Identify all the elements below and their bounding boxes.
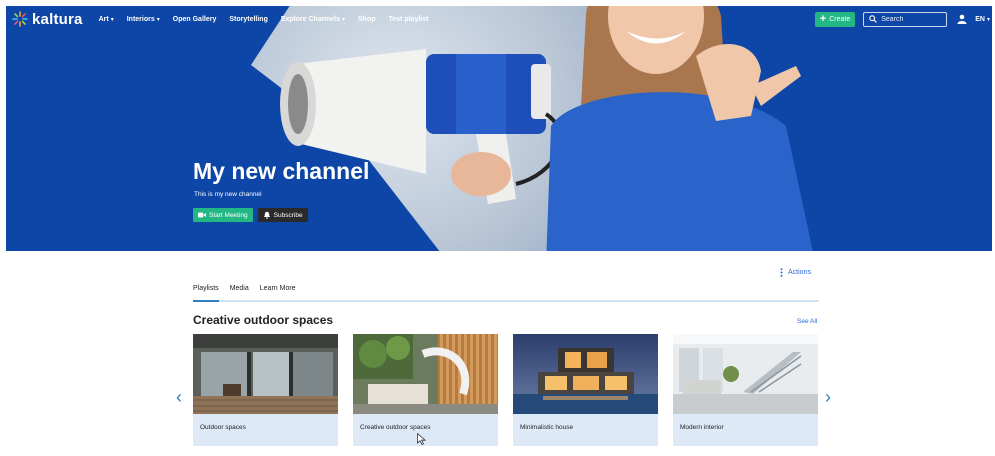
menu-item-explore-channels[interactable]: Explore Channels ▾ xyxy=(281,16,345,23)
actions-label: Actions xyxy=(788,269,811,276)
channel-title: My new channel xyxy=(193,158,370,184)
media-card[interactable]: Outdoor spaces xyxy=(193,334,338,446)
language-selector[interactable]: EN ▾ xyxy=(975,16,990,23)
megaphone-image xyxy=(280,49,563,204)
menu-item-label: Shop xyxy=(358,15,376,23)
menu-item-interiors[interactable]: Interiors ▾ xyxy=(127,16,160,23)
card-title: Modern interior xyxy=(680,424,724,431)
channel-hero-banner: kaltura Art ▾ Interiors ▾ Open Gallery Sto… xyxy=(6,6,992,251)
channel-tabs: Playlists Media Learn More xyxy=(193,282,819,302)
app-window: kaltura Art ▾ Interiors ▾ Open Gallery Sto… xyxy=(6,6,992,456)
menu-item-art[interactable]: Art ▾ xyxy=(99,16,114,23)
subscribe-label: Subscribe xyxy=(273,211,303,219)
card-title: Outdoor spaces xyxy=(200,424,246,431)
chevron-down-icon: ▾ xyxy=(110,16,114,23)
menu-item-test-playlist[interactable]: Test playlist xyxy=(389,16,429,23)
search-input[interactable] xyxy=(881,15,944,23)
outdoor-spaces-thumbnail xyxy=(193,334,338,414)
actions-menu[interactable]: Actions xyxy=(780,268,811,277)
chevron-down-icon: ▾ xyxy=(342,16,346,23)
menu-item-label: Storytelling xyxy=(229,15,268,23)
kaltura-star-icon xyxy=(12,11,28,27)
menu-item-shop[interactable]: Shop xyxy=(358,16,376,23)
creative-outdoor-spaces-thumbnail xyxy=(353,334,498,414)
modern-interior-thumbnail xyxy=(673,334,818,414)
tab-learn-more[interactable]: Learn More xyxy=(260,282,296,302)
minimalistic-house-thumbnail xyxy=(513,334,658,414)
channel-description: This is my new channel xyxy=(194,191,262,198)
create-button[interactable]: + Create xyxy=(814,11,856,27)
menu-item-label: Art xyxy=(98,15,109,23)
top-navigation: kaltura Art ▾ Interiors ▾ Open Gallery Sto… xyxy=(6,6,992,32)
plus-icon: + xyxy=(819,13,827,25)
media-card[interactable]: Creative outdoor spaces xyxy=(353,334,498,446)
chevron-down-icon: ▾ xyxy=(986,16,990,23)
hero-actions: Start Meeting Subscribe xyxy=(193,208,308,222)
start-meeting-button[interactable]: Start Meeting xyxy=(193,208,253,222)
menu-item-label: Open Gallery xyxy=(172,15,217,23)
media-card[interactable]: Modern interior xyxy=(673,334,818,446)
create-button-label: Create xyxy=(829,15,851,23)
playlist-carousel: Outdoor spaces Creative outdoor spaces M… xyxy=(193,334,818,446)
main-menu: Art ▾ Interiors ▾ Open Gallery Storytellin… xyxy=(99,16,429,23)
media-card[interactable]: Minimalistic house xyxy=(513,334,658,446)
start-meeting-label: Start Meeting xyxy=(209,211,248,219)
menu-item-label: Explore Channels xyxy=(280,15,340,23)
menu-item-storytelling[interactable]: Storytelling xyxy=(229,16,268,23)
card-title: Minimalistic house xyxy=(520,424,574,431)
tab-media[interactable]: Media xyxy=(230,282,249,302)
user-icon[interactable] xyxy=(957,14,967,24)
menu-item-label: Interiors xyxy=(126,15,155,23)
brand-name: kaltura xyxy=(32,10,83,28)
nav-right-tools: + Create EN▾ xyxy=(814,10,992,28)
kaltura-logo[interactable]: kaltura xyxy=(12,6,83,32)
chevron-right-icon[interactable]: › xyxy=(825,388,831,406)
video-camera-icon xyxy=(198,212,206,218)
playlist-title: Creative outdoor spaces xyxy=(193,313,334,327)
bell-icon xyxy=(263,211,270,219)
kebab-menu-icon xyxy=(780,268,783,277)
chevron-down-icon: ▾ xyxy=(156,16,160,23)
mouse-pointer-icon xyxy=(417,433,426,445)
chevron-left-icon[interactable]: ‹ xyxy=(176,388,182,406)
subscribe-button[interactable]: Subscribe xyxy=(257,208,308,222)
language-label: EN xyxy=(975,15,985,23)
search-box[interactable] xyxy=(863,11,948,27)
tab-playlists[interactable]: Playlists xyxy=(193,282,219,302)
menu-item-open-gallery[interactable]: Open Gallery xyxy=(173,16,217,23)
see-all-link[interactable]: See All xyxy=(797,318,817,325)
menu-item-label: Test playlist xyxy=(388,15,429,23)
card-title: Creative outdoor spaces xyxy=(360,424,431,431)
search-icon xyxy=(869,15,878,23)
presenter-image xyxy=(546,6,813,251)
